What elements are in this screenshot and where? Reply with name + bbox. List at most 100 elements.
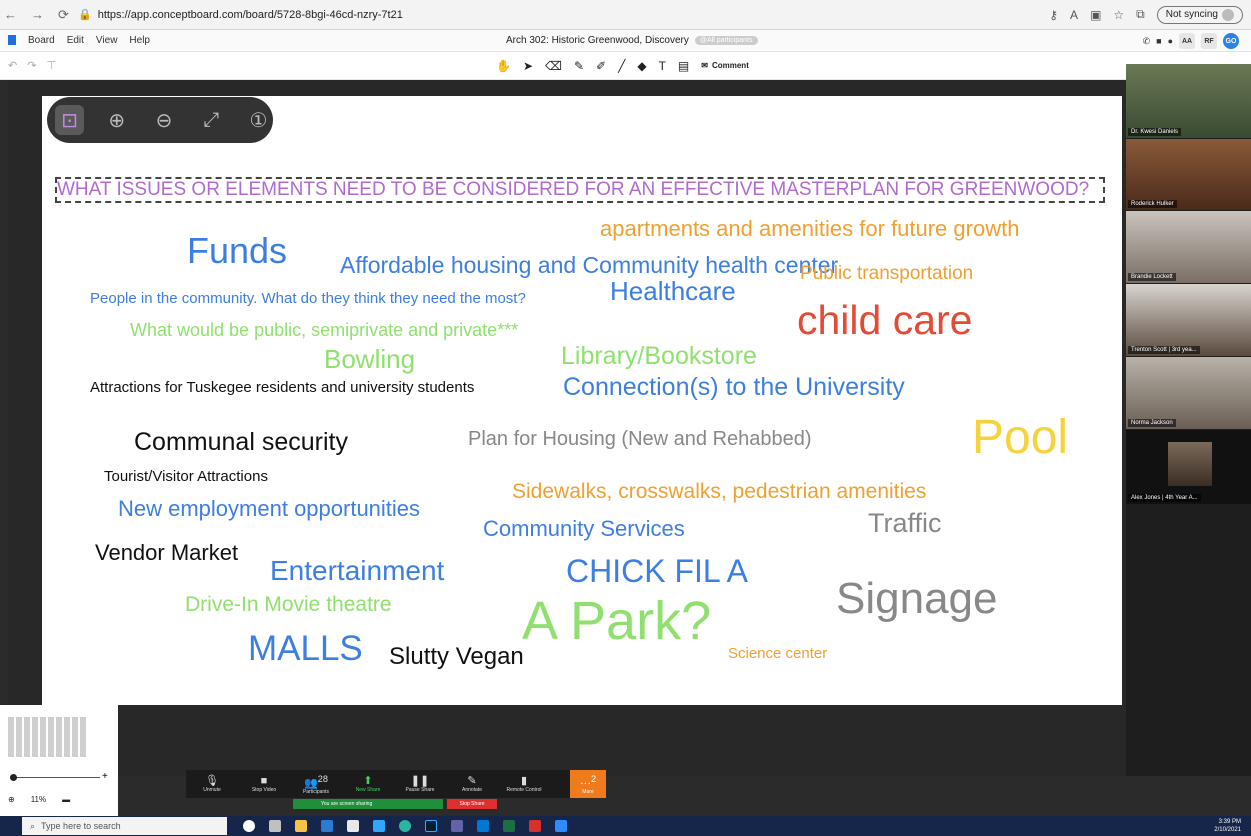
- sync-button[interactable]: Not syncing: [1156, 5, 1243, 24]
- url-text[interactable]: https://app.conceptboard.com/board/5728-…: [98, 9, 403, 21]
- pen-icon[interactable]: ✎: [574, 59, 584, 73]
- board-word[interactable]: Drive-In Movie theatre: [185, 594, 392, 615]
- task-view-icon[interactable]: [269, 820, 281, 832]
- reload-icon[interactable]: ⟳: [58, 7, 69, 23]
- actual-size-icon[interactable]: ①: [244, 105, 273, 135]
- menu-board[interactable]: Board: [28, 35, 55, 46]
- zoom-slider[interactable]: [10, 777, 100, 778]
- participants-button[interactable]: 👥28 Participants: [290, 770, 342, 798]
- board-word[interactable]: New employment opportunities: [118, 498, 420, 520]
- file-explorer-icon[interactable]: [295, 820, 307, 832]
- outlook-icon[interactable]: [477, 820, 489, 832]
- board-word[interactable]: Signage: [836, 577, 997, 621]
- stop-share-button[interactable]: Stop Share: [447, 799, 497, 809]
- edge-icon[interactable]: [399, 820, 411, 832]
- address-bar[interactable]: 🔒 https://app.conceptboard.com/board/572…: [78, 8, 1049, 22]
- board-word[interactable]: People in the community. What do they th…: [90, 291, 526, 306]
- board-word[interactable]: Funds: [187, 233, 287, 269]
- video-icon[interactable]: ■: [1156, 36, 1161, 46]
- forward-icon[interactable]: →: [31, 7, 44, 23]
- board-word[interactable]: Tourist/Visitor Attractions: [104, 469, 268, 484]
- select-tool-icon[interactable]: ➤: [523, 59, 533, 73]
- board-word[interactable]: Communal security: [134, 430, 348, 455]
- extensions-icon[interactable]: ⧉: [1136, 7, 1145, 22]
- excel-icon[interactable]: [503, 820, 515, 832]
- board-word[interactable]: CHICK FIL A: [566, 555, 748, 587]
- board-word[interactable]: Public transportation: [800, 264, 973, 283]
- menu-view[interactable]: View: [96, 35, 118, 46]
- board-word[interactable]: Sidewalks, crosswalks, pedestrian amenit…: [512, 481, 926, 502]
- mail-icon[interactable]: [321, 820, 333, 832]
- hand-tool-icon[interactable]: ✋: [496, 59, 511, 73]
- annotate-button[interactable]: ✎ Annotate: [446, 770, 498, 798]
- format-painter-icon[interactable]: ⊤: [46, 59, 56, 72]
- participant-tile[interactable]: Roderick Hulker: [1126, 139, 1251, 210]
- board-word[interactable]: A Park?: [522, 594, 711, 648]
- zoom-out-icon[interactable]: ⊖: [149, 105, 178, 135]
- fit-icon[interactable]: ⤢: [197, 105, 226, 135]
- read-aloud-icon[interactable]: A: [1070, 8, 1078, 22]
- board-word[interactable]: Slutty Vegan: [389, 645, 524, 669]
- participant-tile[interactable]: Brandie Lockett: [1126, 211, 1251, 283]
- zoom-search-icon[interactable]: ⊕: [8, 795, 15, 804]
- board-word[interactable]: MALLS: [248, 631, 363, 666]
- back-icon[interactable]: ←: [4, 7, 17, 23]
- photoshop-icon[interactable]: [425, 820, 437, 832]
- participants-badge[interactable]: @All participants: [694, 36, 758, 45]
- participant-tile[interactable]: Dr. Kwesi Daniels: [1126, 64, 1251, 138]
- avatar[interactable]: RF: [1201, 33, 1217, 49]
- board-question[interactable]: WHAT ISSUES OR ELEMENTS NEED TO BE CONSI…: [55, 177, 1105, 203]
- board-word[interactable]: Plan for Housing (New and Rehabbed): [468, 429, 812, 449]
- zoom-level-value[interactable]: 11%: [31, 795, 46, 804]
- zoom-slider-handle[interactable]: [10, 774, 17, 781]
- marker-icon[interactable]: ✐: [596, 59, 606, 73]
- zoom-plus-icon[interactable]: +: [102, 771, 108, 782]
- board-word[interactable]: Connection(s) to the University: [563, 375, 905, 400]
- unmute-button[interactable]: 🎙 Unmute: [186, 770, 238, 798]
- collections-icon[interactable]: ▣: [1090, 8, 1101, 22]
- participant-tile[interactable]: Norma Jackson: [1126, 357, 1251, 429]
- zoom-icon[interactable]: [555, 820, 567, 832]
- eraser-icon[interactable]: ⌫: [545, 59, 562, 73]
- board-word[interactable]: Vendor Market: [95, 542, 238, 564]
- more-button[interactable]: ···2 More: [570, 770, 606, 798]
- board-word[interactable]: Library/Bookstore: [561, 344, 757, 369]
- board-word[interactable]: apartments and amenities for future grow…: [600, 218, 1019, 240]
- board-word[interactable]: Bowling: [324, 346, 415, 372]
- comment-button[interactable]: ✉ Comment: [701, 61, 749, 70]
- system-clock[interactable]: 3:39 PM 2/10/2021: [1214, 818, 1241, 834]
- lightroom-icon[interactable]: [373, 820, 385, 832]
- board-word[interactable]: Attractions for Tuskegee residents and u…: [90, 380, 474, 395]
- undo-icon[interactable]: ↶: [8, 59, 17, 72]
- favorites-icon[interactable]: ☆: [1113, 8, 1124, 22]
- board-word[interactable]: Science center: [728, 646, 827, 661]
- zoom-in-icon[interactable]: ⊕: [102, 105, 131, 135]
- key-icon[interactable]: ⚷: [1049, 8, 1058, 22]
- redo-icon[interactable]: ↷: [27, 59, 36, 72]
- board-word[interactable]: Entertainment: [270, 557, 444, 585]
- board-word[interactable]: What would be public, semiprivate and pr…: [130, 321, 518, 339]
- board-word[interactable]: Healthcare: [610, 278, 736, 304]
- focus-icon[interactable]: ⊡: [55, 105, 85, 135]
- minimap-toggle-icon[interactable]: ▬: [62, 795, 70, 804]
- acrobat-icon[interactable]: [529, 820, 541, 832]
- new-share-button[interactable]: ⬆ New Share: [342, 770, 394, 798]
- participant-tile[interactable]: Trenton Scott | 3rd yea...: [1126, 284, 1251, 356]
- text-tool-icon[interactable]: T: [659, 59, 666, 73]
- menu-edit[interactable]: Edit: [67, 35, 84, 46]
- shape-icon[interactable]: ◆: [637, 59, 646, 73]
- chat-icon[interactable]: ●: [1168, 36, 1173, 46]
- participant-tile[interactable]: Alex Jones | 4th Year A...: [1126, 430, 1251, 504]
- board-word[interactable]: Affordable housing and Community health …: [340, 254, 838, 277]
- avatar[interactable]: AA: [1179, 33, 1195, 49]
- phone-icon[interactable]: ✆: [1143, 36, 1151, 47]
- board-word[interactable]: Community Services: [483, 518, 685, 540]
- board-word[interactable]: child care: [797, 300, 972, 341]
- store-icon[interactable]: [347, 820, 359, 832]
- minimap-preview[interactable]: [8, 717, 88, 757]
- taskbar-search[interactable]: ⌕ Type here to search: [22, 817, 227, 835]
- board-word[interactable]: Traffic: [868, 510, 942, 537]
- teams-icon[interactable]: [451, 820, 463, 832]
- avatar[interactable]: GO: [1223, 33, 1239, 49]
- stop-video-button[interactable]: ■ Stop Video: [238, 770, 290, 798]
